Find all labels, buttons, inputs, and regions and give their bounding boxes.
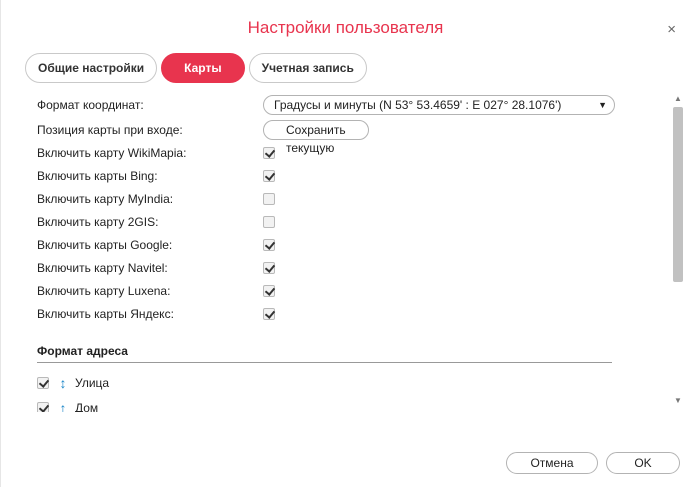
tab-bar: Общие настройки Карты Учетная запись xyxy=(25,53,371,83)
tab-account[interactable]: Учетная запись xyxy=(248,53,367,83)
move-up-icon[interactable]: ↑ xyxy=(57,401,69,412)
navitel-checkbox[interactable] xyxy=(263,262,275,274)
map-toggle-label: Включить карту MyIndia: xyxy=(37,192,174,206)
bing-checkbox[interactable] xyxy=(263,170,275,182)
scroll-up-icon[interactable]: ▲ xyxy=(671,94,685,104)
google-checkbox[interactable] xyxy=(263,239,275,251)
tab-general[interactable]: Общие настройки xyxy=(25,53,158,83)
address-item-label: Улица xyxy=(75,376,110,390)
scroll-down-icon[interactable]: ▼ xyxy=(671,396,685,406)
2gis-checkbox[interactable] xyxy=(263,216,275,228)
map-toggle-label: Включить карту Navitel: xyxy=(37,261,168,275)
save-current-button[interactable]: Сохранить текущую xyxy=(263,120,369,155)
scrollbar-thumb[interactable] xyxy=(673,107,683,282)
coord-format-label: Формат координат: xyxy=(37,98,144,112)
sort-updown-icon[interactable]: ↕ xyxy=(57,376,69,390)
coord-format-select[interactable]: Градусы и минуты (N 53° 53.4659' : E 027… xyxy=(263,95,615,115)
coord-format-value: Градусы и минуты (N 53° 53.4659' : E 027… xyxy=(274,98,562,112)
luxena-checkbox[interactable] xyxy=(263,285,275,297)
dialog-title: Настройки пользователя xyxy=(247,18,444,37)
chevron-down-icon: ▼ xyxy=(598,100,607,110)
address-item-street[interactable]: ↕ Улица xyxy=(37,374,109,392)
map-toggle-label: Включить карты Яндекс: xyxy=(37,307,174,321)
map-position-label: Позиция карты при входе: xyxy=(37,123,183,137)
yandex-checkbox[interactable] xyxy=(263,308,275,320)
map-toggle-label: Включить карты Bing: xyxy=(37,169,158,183)
house-checkbox[interactable] xyxy=(37,402,49,412)
user-settings-dialog: Настройки пользователя × Общие настройки… xyxy=(0,0,690,487)
map-toggle-label: Включить карту 2GIS: xyxy=(37,215,159,229)
close-icon[interactable]: × xyxy=(667,22,676,37)
dialog-footer: Отмена OK xyxy=(498,452,680,474)
tab-maps[interactable]: Карты xyxy=(161,53,245,83)
map-toggle-label: Включить карту WikiMapia: xyxy=(37,146,187,160)
cancel-button[interactable]: Отмена xyxy=(506,452,598,474)
settings-scroll-area[interactable]: Формат координат: Градусы и минуты (N 53… xyxy=(25,92,687,412)
address-item-house[interactable]: ↑ Дом xyxy=(37,399,98,412)
myindia-checkbox[interactable] xyxy=(263,193,275,205)
map-toggle-label: Включить карты Google: xyxy=(37,238,173,252)
map-toggle-label: Включить карту Luxena: xyxy=(37,284,171,298)
vertical-scrollbar[interactable]: ▲ ▼ xyxy=(671,92,685,412)
street-checkbox[interactable] xyxy=(37,377,49,389)
address-item-label: Дом xyxy=(75,401,99,412)
address-format-heading: Формат адреса xyxy=(37,344,612,363)
wikimapia-checkbox[interactable] xyxy=(263,147,275,159)
ok-button[interactable]: OK xyxy=(606,452,680,474)
